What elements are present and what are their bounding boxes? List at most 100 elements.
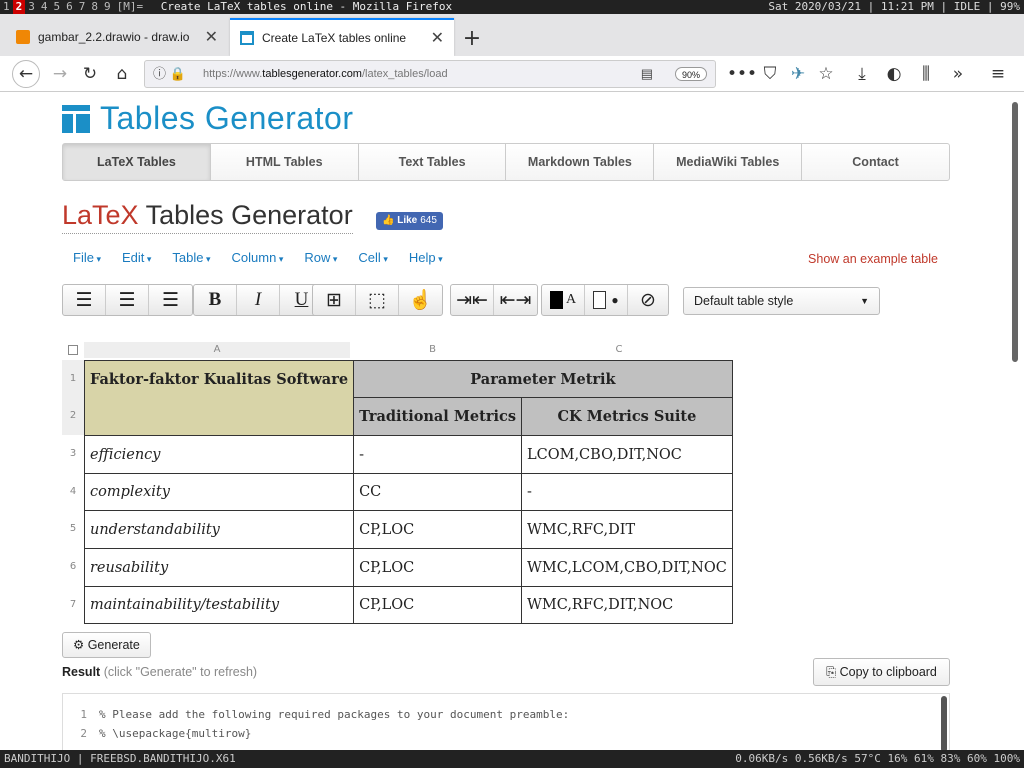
latex-output[interactable]: 1 % Please add the following required pac… [62,693,950,750]
row-header[interactable]: 7 [62,586,84,623]
forward-button[interactable]: → [48,62,72,86]
table-cell[interactable]: CP,LOC [353,586,522,624]
table-cell[interactable]: Traditional Metrics [353,397,522,436]
page-scrollbar[interactable] [1012,102,1018,362]
nav-markdown-tables[interactable]: Markdown Tables [506,144,655,180]
bold-icon[interactable]: B [194,285,237,315]
workspace-mMmm[interactable]: [M]= [114,0,147,14]
column-header[interactable]: C [515,342,723,358]
row-header[interactable]: 2 [62,397,84,435]
site-logo[interactable]: Tables Generator [62,100,353,137]
example-table-link[interactable]: Show an example table [808,252,938,266]
workspace-list[interactable]: 1 2 3 4 5 6 7 8 9 [M]= [0,0,147,14]
workspace-9[interactable]: 9 [101,0,114,14]
close-tab-icon[interactable]: ✕ [205,27,218,47]
column-header[interactable]: A [84,342,350,358]
table-cell[interactable]: maintainability/testability [83,586,355,624]
host-info: BANDITHIJO | FREEBSD.BANDITHIJO.X61 [4,752,236,765]
text-color-icon[interactable]: A [542,285,585,315]
zoom-indicator[interactable]: 90% [674,67,707,81]
library-icon[interactable]: ⫼ [914,62,938,86]
row-header[interactable]: 1 [62,360,84,397]
menu-file[interactable]: File [73,250,101,265]
page-actions-icon[interactable]: ••• [727,62,757,86]
align-center-icon[interactable]: ☰ [106,285,149,315]
nav-contact[interactable]: Contact [802,144,949,180]
menu-cell[interactable]: Cell [358,250,387,265]
table-cell[interactable]: complexity [83,473,355,511]
close-tab-icon[interactable]: ✕ [431,28,444,48]
menu-column[interactable]: Column [232,250,284,265]
workspace-4[interactable]: 4 [38,0,51,14]
pocket-icon[interactable]: ⛉ [758,62,782,86]
tab-tablesgenerator[interactable]: Create LaTeX tables online ✕ [230,18,454,56]
workspace-6[interactable]: 6 [63,0,76,14]
italic-icon[interactable]: I [237,285,280,315]
menu-edit[interactable]: Edit [122,250,151,265]
workspace-1[interactable]: 1 [0,0,13,14]
table-cell[interactable]: Faktor-faktor Kualitas Software [83,360,355,436]
reader-view-icon[interactable]: ▤ [641,61,653,87]
row-header[interactable]: 4 [62,473,84,510]
table-cell[interactable]: CP,LOC [353,548,522,587]
home-button[interactable]: ⌂ [110,62,134,86]
table-cell[interactable]: reusability [83,548,355,587]
align-left-icon[interactable]: ☰ [63,285,106,315]
menu-table[interactable]: Table [172,250,210,265]
nav-html-tables[interactable]: HTML Tables [211,144,359,180]
facebook-like-button[interactable]: 👍 Like 645 [376,212,443,230]
workspace-2[interactable]: 2 [12,0,26,14]
clear-format-icon[interactable]: ⊘ [628,285,668,315]
site-info-icon[interactable]: ⓘ 🔒 [153,61,186,87]
inner-borders-icon[interactable]: ⬚ [356,285,399,315]
url-bar[interactable]: ⓘ 🔒 https://www.tablesgenerator.com/late… [144,60,716,88]
table-cell[interactable]: CP,LOC [353,510,522,549]
table-cell[interactable]: WMC,RFC,DIT,NOC [520,586,733,624]
table-cell[interactable]: efficiency [83,435,355,474]
row-header[interactable]: 3 [62,435,84,473]
row-header[interactable]: 5 [62,510,84,548]
edit-borders-icon[interactable]: ☝ [399,285,442,315]
reload-button[interactable]: ↻ [78,62,102,86]
table-style-select[interactable]: Default table style ▼ [683,287,880,315]
table-cell[interactable]: LCOM,CBO,DIT,NOC [520,435,733,474]
table-cell[interactable]: WMC,RFC,DIT [520,510,733,549]
extension-icon[interactable]: ✈ [786,62,810,86]
overflow-icon[interactable]: » [946,62,970,86]
nav-mediawiki-tables[interactable]: MediaWiki Tables [654,144,803,180]
generate-button[interactable]: ⚙ Generate [62,632,151,658]
generate-label: Generate [87,638,140,652]
download-icon[interactable]: ⤓ [850,62,874,86]
table-cell[interactable]: WMC,LCOM,CBO,DIT,NOC [520,548,733,587]
table-cell[interactable]: - [520,473,733,511]
select-all-checkbox[interactable] [68,345,78,355]
new-tab-button[interactable]: + [460,26,484,51]
hamburger-menu-icon[interactable]: ≡ [986,62,1010,86]
back-button[interactable]: ← [12,60,40,88]
merge-cells-icon[interactable]: ⇥⇤ [451,285,494,315]
background-color-icon[interactable]: ● [585,285,628,315]
row-header[interactable]: 6 [62,548,84,586]
table-cell[interactable]: CC [353,473,522,511]
tab-drawio[interactable]: gambar_2.2.drawio - draw.io ✕ [6,18,228,56]
split-cells-icon[interactable]: ⇤⇥ [494,285,537,315]
workspace-8[interactable]: 8 [88,0,101,14]
workspace-3[interactable]: 3 [25,0,38,14]
workspace-7[interactable]: 7 [76,0,89,14]
nav-text-tables[interactable]: Text Tables [359,144,507,180]
all-borders-icon[interactable]: ⊞ [313,285,356,315]
nav-latex-tables[interactable]: LaTeX Tables [63,144,211,180]
workspace-5[interactable]: 5 [51,0,64,14]
table-cell[interactable]: Parameter Metrik [353,360,733,398]
bookmark-star-icon[interactable]: ☆ [814,62,838,86]
menu-help[interactable]: Help [409,250,443,265]
table-cell[interactable]: - [353,435,522,474]
menu-row[interactable]: Row [304,250,337,265]
column-header[interactable]: B [350,342,515,358]
code-scrollbar[interactable] [941,696,947,750]
copy-to-clipboard-button[interactable]: ⎘ Copy to clipboard [813,658,950,686]
table-cell[interactable]: understandability [83,510,355,549]
table-cell[interactable]: CK Metrics Suite [520,397,733,436]
align-right-icon[interactable]: ☰ [149,285,192,315]
account-icon[interactable]: ◐ [882,62,906,86]
